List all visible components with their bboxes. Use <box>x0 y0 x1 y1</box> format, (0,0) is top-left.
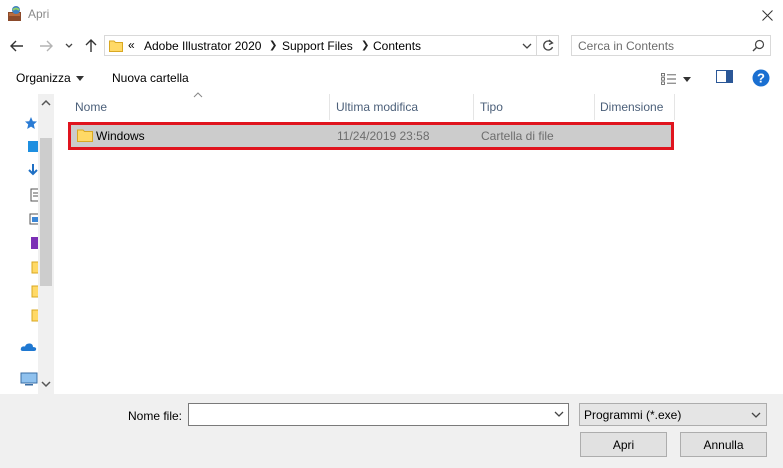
downloads-icon[interactable] <box>24 164 38 178</box>
forward-button[interactable] <box>35 36 57 56</box>
row-type: Cartella di file <box>481 129 554 143</box>
back-arrow-icon <box>10 40 23 52</box>
folder-icon <box>109 39 123 52</box>
breadcrumb-adobe-illustrator-2020[interactable]: Adobe Illustrator 2020 <box>144 39 261 53</box>
breadcrumb-separator[interactable]: ❯ <box>269 40 277 51</box>
breadcrumb-contents[interactable]: Contents <box>373 39 421 53</box>
change-view-button[interactable] <box>661 70 699 88</box>
column-header-name[interactable]: Nome <box>70 94 330 120</box>
close-button[interactable] <box>752 0 783 30</box>
filename-input[interactable] <box>193 407 543 422</box>
forward-arrow-icon <box>40 40 53 52</box>
filename-dropdown-button[interactable] <box>553 408 565 420</box>
help-button[interactable]: ? <box>752 69 770 87</box>
folder-icon[interactable] <box>24 260 38 274</box>
row-modified: 11/24/2019 23:58 <box>337 129 430 143</box>
file-list[interactable]: Nome Ultima modifica Tipo Dimensione Win… <box>66 92 783 394</box>
filetype-selected: Programmi (*.exe) <box>584 408 682 422</box>
column-header-size[interactable]: Dimensione <box>595 94 675 120</box>
pictures-icon[interactable] <box>24 212 38 226</box>
help-icon: ? <box>752 69 770 87</box>
navigation-scrollbar[interactable] <box>38 94 54 394</box>
filename-combobox[interactable] <box>188 403 569 426</box>
column-header-type[interactable]: Tipo <box>475 94 595 120</box>
breadcrumb-overflow[interactable]: « <box>128 38 135 52</box>
organize-button[interactable]: Organizza <box>16 71 84 85</box>
this-pc-icon[interactable] <box>20 372 38 386</box>
onedrive-icon[interactable] <box>20 340 37 354</box>
back-button[interactable] <box>6 36 28 56</box>
title-bar <box>0 0 783 30</box>
up-button[interactable] <box>80 36 102 56</box>
column-header-modified[interactable]: Ultima modifica <box>331 94 474 120</box>
row-name: Windows <box>96 129 145 143</box>
filename-label: Nome file: <box>128 409 183 423</box>
new-folder-button[interactable]: Nuova cartella <box>112 71 189 85</box>
folder-icon[interactable] <box>24 308 38 322</box>
onenote-icon[interactable] <box>24 236 38 250</box>
organize-label: Organizza <box>16 71 71 85</box>
preview-pane-button[interactable] <box>716 70 734 88</box>
breadcrumb-separator[interactable]: ❯ <box>361 40 369 51</box>
chevron-down-icon <box>522 43 532 49</box>
folder-icon[interactable] <box>24 284 38 298</box>
chevron-down-icon <box>750 409 762 421</box>
cancel-button[interactable]: Annulla <box>680 432 767 457</box>
close-icon <box>762 9 773 21</box>
desktop-icon[interactable] <box>24 140 38 154</box>
chevron-down-icon <box>65 43 73 48</box>
quick-access-icon[interactable] <box>24 116 38 130</box>
breadcrumb-support-files[interactable]: Support Files <box>282 39 353 53</box>
chevron-up-icon <box>41 99 51 106</box>
search-icon[interactable] <box>752 39 765 52</box>
open-button[interactable]: Apri <box>580 432 667 457</box>
preview-pane-icon <box>716 70 733 83</box>
scrollbar-thumb[interactable] <box>40 138 52 286</box>
filetype-select[interactable]: Programmi (*.exe) <box>579 403 767 426</box>
refresh-button[interactable] <box>537 35 559 56</box>
recent-locations-button[interactable] <box>62 36 76 56</box>
scroll-up-button[interactable] <box>38 97 54 109</box>
address-dropdown-button[interactable] <box>522 39 534 53</box>
chevron-down-icon <box>41 381 51 388</box>
svg-text:?: ? <box>757 71 765 86</box>
up-arrow-icon <box>85 39 97 52</box>
chevron-down-icon <box>683 76 691 82</box>
documents-icon[interactable] <box>24 188 38 202</box>
search-input[interactable] <box>578 38 738 53</box>
chevron-down-icon <box>554 411 564 417</box>
app-icon <box>6 5 24 23</box>
search-box[interactable] <box>571 35 771 56</box>
refresh-icon <box>542 39 554 51</box>
window-title: Apri <box>28 7 50 21</box>
table-row[interactable]: Windows 11/24/2019 23:58 Cartella di fil… <box>68 122 674 150</box>
chevron-down-icon <box>75 75 84 81</box>
scroll-down-button[interactable] <box>38 378 54 390</box>
view-icon <box>661 73 676 85</box>
address-bar[interactable]: « Adobe Illustrator 2020 ❯ Support Files… <box>104 35 537 56</box>
folder-icon <box>77 129 93 142</box>
